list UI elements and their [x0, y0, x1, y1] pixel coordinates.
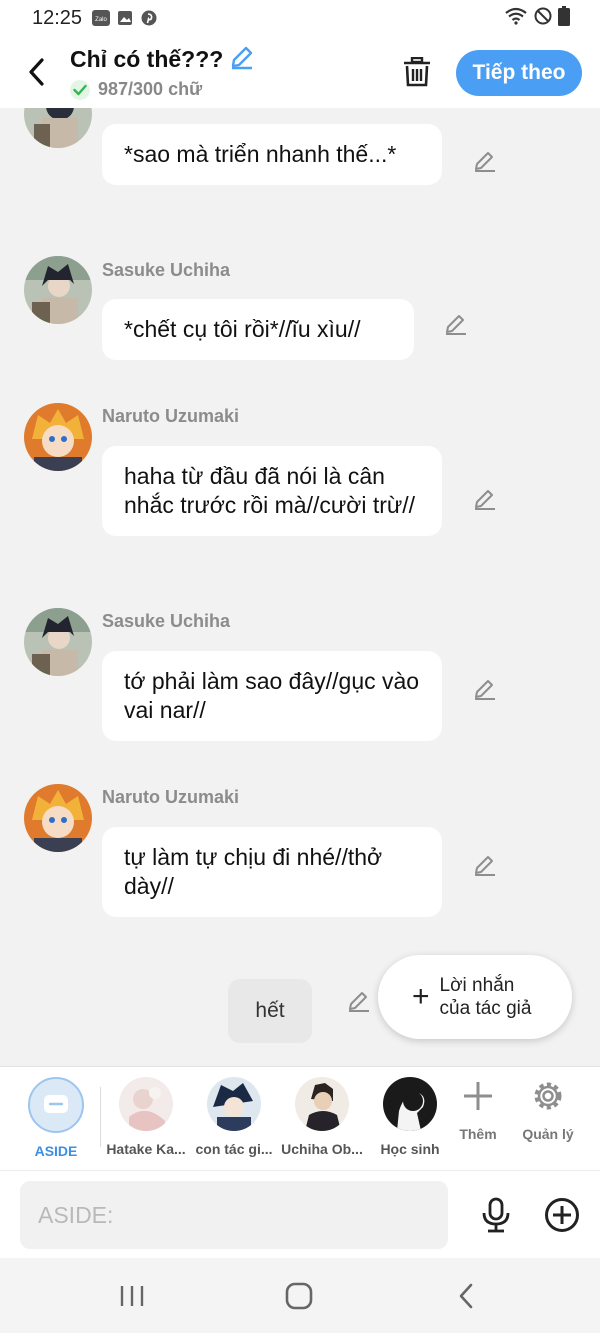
add-attachment-button[interactable]	[540, 1193, 584, 1237]
sasuke-avatar[interactable]	[24, 608, 92, 676]
recent-apps-icon	[120, 1286, 144, 1306]
plus-circle-icon	[545, 1198, 579, 1232]
author-note-button[interactable]: + Lời nhắn của tác giả	[378, 955, 572, 1039]
author-note-label: Lời nhắn của tác giả	[439, 975, 532, 1019]
system-back-button[interactable]	[446, 1280, 486, 1312]
character-label: Học sinh	[380, 1141, 440, 1157]
plus-icon: +	[412, 980, 430, 1013]
message-input[interactable]	[20, 1181, 448, 1249]
edit-message-icon[interactable]	[472, 676, 498, 702]
character-label: Uchiha Ob...	[281, 1141, 363, 1157]
wifi-icon	[504, 7, 528, 30]
naruto-avatar[interactable]	[24, 403, 92, 471]
edit-title-icon[interactable]	[229, 44, 255, 75]
composer	[0, 1170, 600, 1258]
character-label: Hatake Ka...	[106, 1141, 186, 1157]
status-bar: 12:25 Zalo	[0, 0, 600, 36]
home-icon	[285, 1282, 313, 1310]
aside-avatar	[28, 1077, 84, 1133]
character-avatar	[383, 1077, 437, 1131]
speaker-name: Sasuke Uchiha	[102, 611, 231, 631]
microphone-icon	[482, 1197, 510, 1233]
character-picker: ASIDE Hatake Ka... con tác gi... Uchiha …	[0, 1066, 600, 1170]
add-character-button[interactable]: Thêm	[448, 1079, 508, 1142]
trash-icon	[404, 57, 430, 87]
speech-icon	[44, 1095, 68, 1113]
manage-button[interactable]: Quản lý	[518, 1079, 578, 1142]
speaker-name: Naruto Uzumaki	[102, 406, 240, 426]
delete-button[interactable]	[400, 54, 434, 90]
speaker-name: Naruto Uzumaki	[102, 787, 240, 807]
gallery-notification-icon	[116, 9, 134, 27]
back-button[interactable]	[20, 52, 52, 92]
divider	[100, 1087, 101, 1147]
next-button[interactable]: Tiếp theo	[456, 50, 582, 96]
edit-message-icon[interactable]	[472, 486, 498, 512]
character-avatar	[295, 1077, 349, 1131]
recent-apps-button[interactable]	[112, 1280, 152, 1312]
message-text: *sao mà triển nhanh thế...*	[124, 141, 397, 167]
voice-button[interactable]	[476, 1193, 516, 1237]
message-bubble[interactable]: *chết cụ tôi rồi*//ĩu xìu//	[102, 299, 414, 360]
pinterest-notification-icon	[140, 9, 158, 27]
message-bubble[interactable]: tự làm tự chịu đi nhé//thở dày//	[102, 827, 442, 917]
manage-label: Quản lý	[522, 1126, 574, 1142]
edit-message-icon[interactable]	[346, 988, 372, 1014]
character-label: con tác gi...	[195, 1141, 273, 1157]
system-nav-bar	[0, 1258, 600, 1333]
message-bubble[interactable]: haha từ đầu đã nói là cân nhắc trước rồi…	[102, 446, 442, 536]
aside-message-bubble[interactable]: hết	[228, 979, 312, 1043]
message-text: *chết cụ tôi rồi*//ĩu xìu//	[124, 316, 361, 342]
gear-icon	[534, 1082, 562, 1110]
character-avatar	[119, 1077, 173, 1131]
back-arrow-icon	[459, 1283, 473, 1309]
character-aside[interactable]: ASIDE	[14, 1077, 98, 1159]
character-hatake[interactable]: Hatake Ka...	[104, 1077, 188, 1157]
plus-icon	[464, 1082, 492, 1110]
chevron-left-icon	[29, 58, 44, 86]
edit-message-icon[interactable]	[472, 852, 498, 878]
word-count: 987/300 chữ	[98, 79, 203, 99]
message-text: haha từ đầu đã nói là cân nhắc trước rồi…	[124, 463, 416, 518]
speaker-name: Sasuke Uchiha	[102, 260, 231, 280]
check-icon	[70, 79, 90, 100]
zalo-notification-icon: Zalo	[92, 9, 111, 27]
status-time: 12:25	[32, 6, 83, 29]
story-title: Chỉ có thế???	[70, 46, 224, 72]
edit-message-icon[interactable]	[443, 311, 469, 337]
svg-text:Zalo: Zalo	[95, 17, 107, 23]
do-not-disturb-icon	[534, 7, 552, 30]
sasuke-avatar[interactable]	[24, 108, 92, 148]
naruto-avatar[interactable]	[24, 784, 92, 852]
sasuke-avatar[interactable]	[24, 256, 92, 324]
message-text: tự làm tự chịu đi nhé//thở dày//	[124, 844, 383, 899]
edit-message-icon[interactable]	[472, 148, 498, 174]
character-uchiha-ob[interactable]: Uchiha Ob...	[280, 1077, 364, 1157]
battery-icon	[558, 5, 570, 31]
chat-area[interactable]: *sao mà triển nhanh thế...* Sasuke Uchih…	[0, 108, 600, 1066]
home-button[interactable]	[279, 1280, 319, 1312]
message-bubble[interactable]: tớ phải làm sao đây//gục vào vai nar//	[102, 651, 442, 741]
header: Chỉ có thế??? 987/300 chữ Tiếp theo	[0, 36, 600, 108]
status-icons	[504, 5, 570, 31]
add-label: Thêm	[459, 1126, 497, 1142]
message-text: tớ phải làm sao đây//gục vào vai nar//	[124, 668, 420, 723]
character-con-tac-gia[interactable]: con tác gi...	[192, 1077, 276, 1157]
title-block: Chỉ có thế??? 987/300 chữ	[70, 44, 255, 100]
character-label: ASIDE	[34, 1143, 78, 1159]
message-bubble[interactable]: *sao mà triển nhanh thế...*	[102, 124, 442, 185]
character-hoc-sinh[interactable]: Học sinh	[368, 1077, 452, 1157]
character-avatar	[207, 1077, 261, 1131]
